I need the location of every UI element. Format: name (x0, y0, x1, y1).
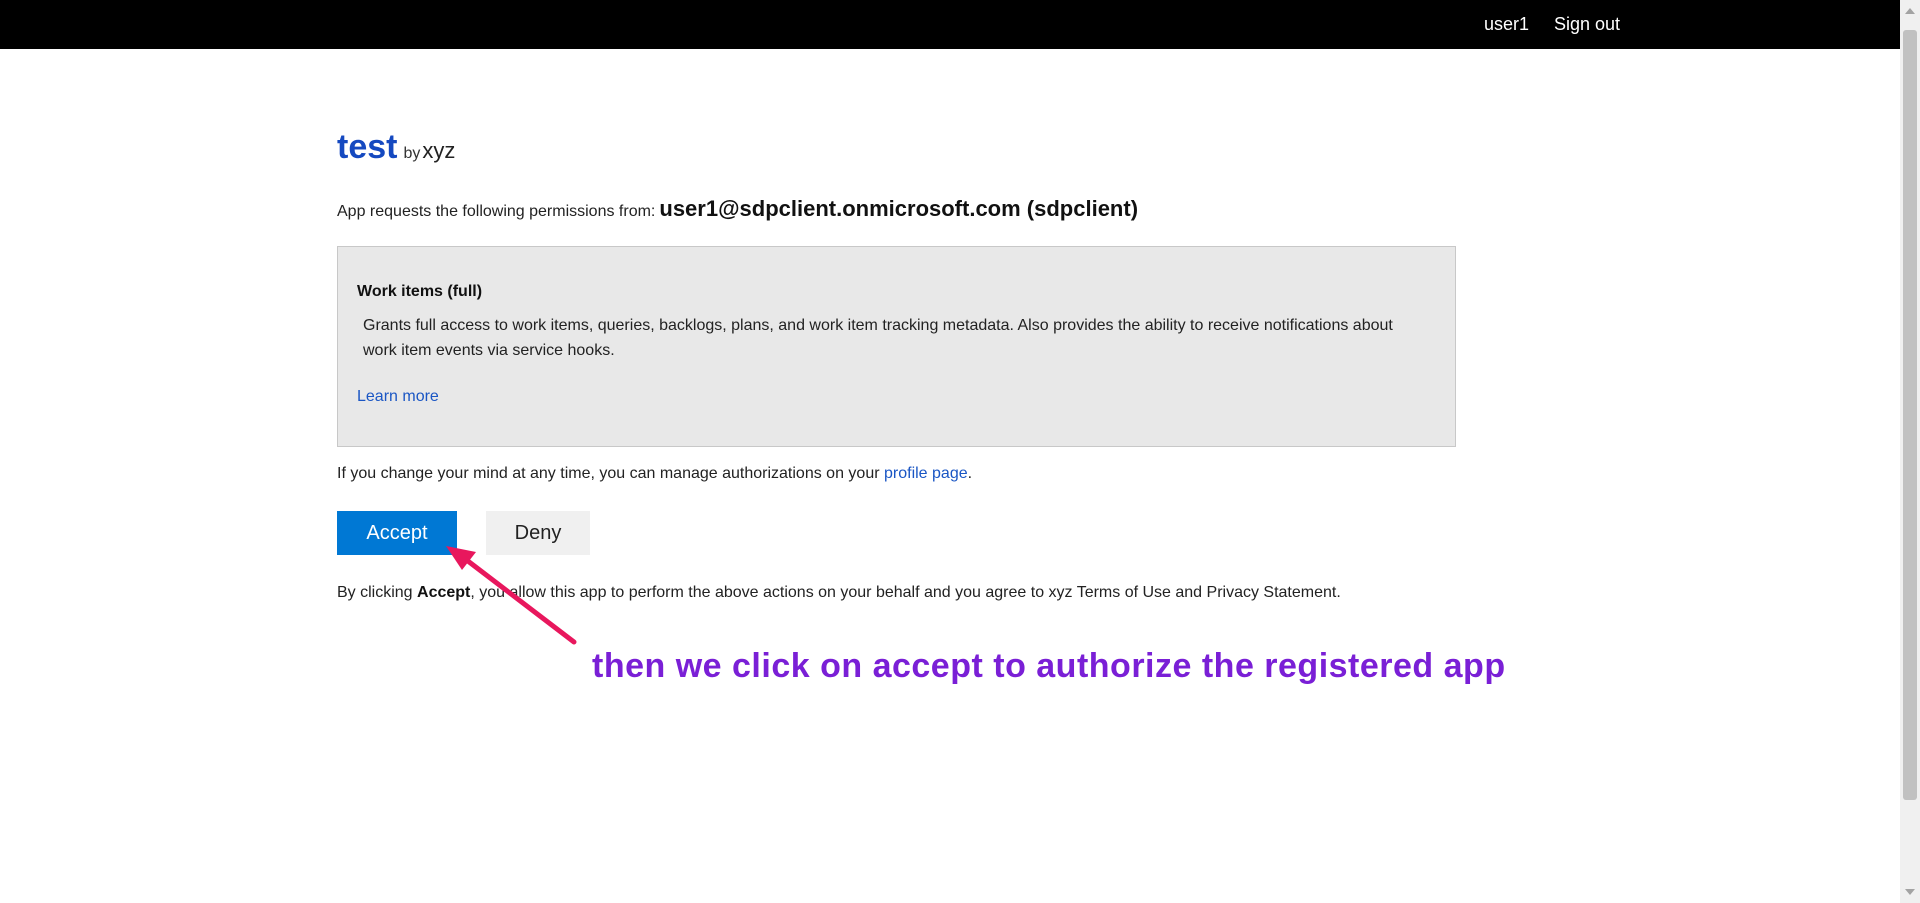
annotation-caption: then we click on accept to authorize the… (592, 647, 1506, 685)
annotation-arrow-icon (446, 546, 577, 645)
